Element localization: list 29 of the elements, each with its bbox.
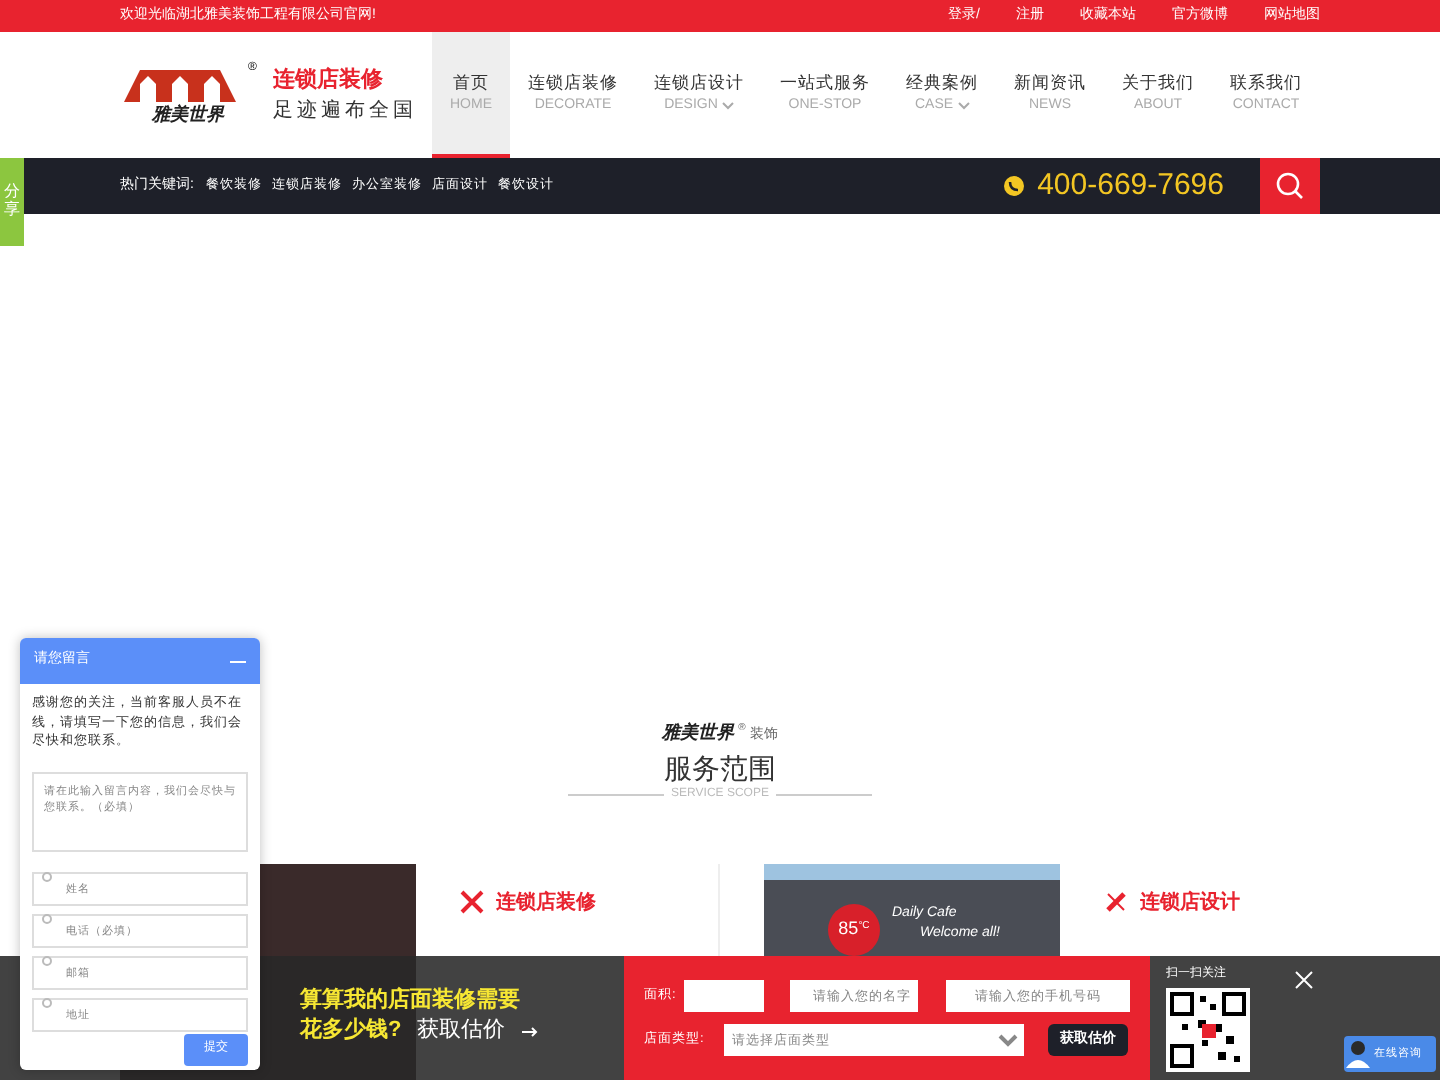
quote-headline: 算算我的店面装修需要 [300,988,522,1015]
service-title: 连锁店装修 [496,888,596,917]
caret-icon [721,101,734,110]
tagline: 足迹遍布全国 [272,97,417,127]
arrow-icon [521,1025,538,1037]
minimize-icon[interactable] [230,659,246,663]
slogan: 连锁店装修 [272,65,385,96]
section-title: 服务范围 [664,749,776,785]
search-icon [1276,172,1304,200]
temperature-badge: 85$^{°C}$ [828,903,880,955]
field-icon [42,871,52,881]
field-icon [42,913,52,923]
field-icon [42,997,52,1007]
section-brand: 雅美世界 [662,722,735,748]
search-button[interactable] [1260,158,1320,214]
phone-number: 400-669-7696 [1037,165,1224,206]
close-icon [1294,970,1314,990]
quote-headline: 花多少钱? [300,1015,402,1047]
caret-icon [957,101,970,110]
brand-name: 雅美世界 [152,103,225,130]
person-icon [1346,1040,1370,1068]
phone-icon [1003,176,1024,196]
quote-cta[interactable]: 获取估价 [417,1014,506,1048]
close-button[interactable] [1294,968,1318,992]
tools-icon [460,890,484,914]
field-icon [42,955,52,965]
service-title: 连锁店设计 [1140,888,1240,917]
area-input[interactable] [683,980,764,1012]
qr-code-icon [1166,988,1250,1072]
